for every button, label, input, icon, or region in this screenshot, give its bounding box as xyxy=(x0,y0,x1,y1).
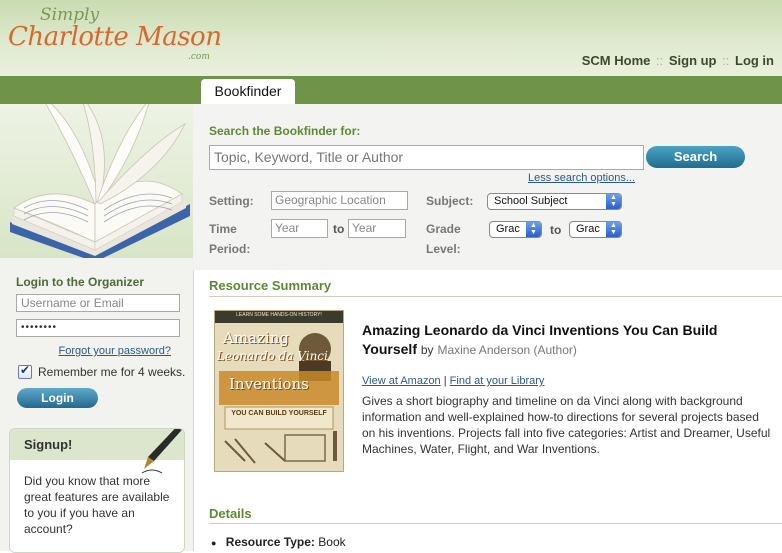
section-divider xyxy=(209,523,782,524)
login-title: Login to the Organizer xyxy=(16,275,144,289)
logo-domain-text: .com xyxy=(188,52,210,62)
search-heading: Search the Bookfinder for: xyxy=(209,124,361,138)
signup-description: Did you know that more great features ar… xyxy=(24,474,170,536)
top-navigation: SCM Home :: Sign up :: Log in xyxy=(582,53,774,68)
setting-input[interactable]: Geographic Location xyxy=(271,191,408,210)
subject-label: Subject: xyxy=(426,194,474,208)
signup-box: Signup! Did you know that more great fea… xyxy=(9,428,185,553)
detail-value: Book xyxy=(318,535,346,549)
login-button[interactable]: Login xyxy=(17,388,98,408)
year-to-text: to xyxy=(333,222,345,236)
forgot-password-link[interactable]: Forgot your password? xyxy=(59,345,172,357)
detail-label: Resource Type: xyxy=(225,535,315,549)
cover-amazing: Amazing xyxy=(223,329,289,347)
nav-separator: :: xyxy=(655,53,664,68)
signup-title: Signup! xyxy=(24,437,73,452)
section-divider xyxy=(209,296,782,297)
setting-label: Setting: xyxy=(209,194,254,208)
less-search-options-link[interactable]: Less search options... xyxy=(528,172,635,184)
remember-me-checkbox[interactable]: ✔ xyxy=(18,363,32,379)
open-book-illustration xyxy=(0,104,193,258)
find-at-library-link[interactable]: Find at your Library xyxy=(450,375,545,387)
bullet-icon: ● xyxy=(211,538,217,548)
search-input[interactable]: Topic, Keyword, Title or Author xyxy=(209,145,644,170)
site-header: Simply Charlotte Mason .com SCM Home :: … xyxy=(0,0,782,76)
grade-level-label-2: Level: xyxy=(426,242,461,256)
grade-from-select[interactable]: Grac ▲ ▼ xyxy=(489,221,542,238)
grade-to-text: to xyxy=(550,223,562,237)
subject-select-value: School Subject xyxy=(494,195,568,207)
tab-bookfinder[interactable]: Bookfinder xyxy=(201,79,295,104)
cover-leonardo: Leonardo da Vinci xyxy=(217,349,328,363)
year-to-input[interactable]: Year xyxy=(348,219,406,238)
details-heading: Details xyxy=(209,506,252,521)
book-author[interactable]: Maxine Anderson (Author) xyxy=(437,343,576,357)
grade-to-value: Grac xyxy=(576,223,600,235)
nav-bar xyxy=(0,76,782,104)
select-arrows-icon: ▲ ▼ xyxy=(606,222,621,237)
nav-separator: :: xyxy=(722,53,730,68)
book-links: View at Amazon | Find at your Library xyxy=(362,375,544,387)
grade-to-select[interactable]: Grac ▲ ▼ xyxy=(569,221,622,238)
username-input[interactable]: Username or Email xyxy=(16,294,180,312)
log-in-link[interactable]: Log in xyxy=(735,53,774,68)
grade-level-label-1: Grade xyxy=(426,222,461,236)
year-from-input[interactable]: Year xyxy=(271,219,328,238)
cover-tagline: LEARN SOME HANDS-ON HISTORY! xyxy=(236,312,322,318)
book-cover[interactable]: LEARN SOME HANDS-ON HISTORY! Amazing Leo… xyxy=(214,310,344,472)
fountain-pen-icon xyxy=(141,429,183,474)
remember-me-label: Remember me for 4 weeks. xyxy=(38,365,186,379)
password-input[interactable]: •••••••• xyxy=(16,319,180,337)
cover-inventions: Inventions xyxy=(229,375,309,393)
book-by-text: by xyxy=(420,343,434,357)
book-title-block: Amazing Leonardo da Vinci Inventions You… xyxy=(362,321,762,360)
open-book-icon xyxy=(10,104,190,258)
select-arrows-icon: ▲ ▼ xyxy=(606,194,621,209)
scm-home-link[interactable]: SCM Home xyxy=(582,53,651,68)
grade-from-value: Grac xyxy=(496,223,520,235)
time-period-label-2: Period: xyxy=(209,242,251,256)
site-logo[interactable]: Charlotte Mason xyxy=(8,22,222,52)
time-period-label-1: Time xyxy=(209,222,237,236)
sign-up-link[interactable]: Sign up xyxy=(669,53,717,68)
link-separator: | xyxy=(443,375,447,387)
detail-resource-type: ● Resource Type: Book xyxy=(211,535,346,549)
view-at-amazon-link[interactable]: View at Amazon xyxy=(362,375,441,387)
book-description: Gives a short biography and timeline on … xyxy=(362,394,771,456)
checkmark-icon: ✔ xyxy=(20,363,31,377)
cover-subtitle: YOU CAN BUILD YOURSELF xyxy=(231,410,327,417)
subject-select[interactable]: School Subject ▲ ▼ xyxy=(487,193,622,210)
resource-summary-heading: Resource Summary xyxy=(209,278,332,293)
select-arrows-icon: ▲ ▼ xyxy=(526,222,541,237)
search-button[interactable]: Search xyxy=(646,146,745,168)
